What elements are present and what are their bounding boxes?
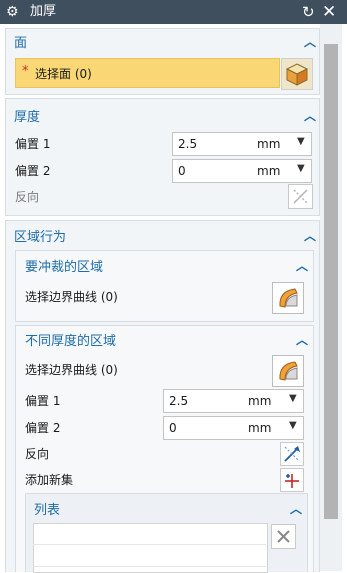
chevron-up-icon[interactable]: ︿ <box>304 107 316 124</box>
dialog-title: 加厚 <box>30 4 57 19</box>
delete-icon <box>277 530 290 543</box>
chevron-up-icon[interactable]: ︿ <box>296 331 308 348</box>
list-row-divider <box>33 566 266 567</box>
dropdown-arrow-icon[interactable]: ▼ <box>297 163 305 174</box>
offset2-value[interactable]: 0 <box>178 164 186 178</box>
diff-offset1-input[interactable]: 2.5 mm ▼ <box>163 389 304 413</box>
diff-curve-button[interactable] <box>272 355 304 387</box>
diff-offset2-input[interactable]: 0 mm ▼ <box>163 416 304 440</box>
region-section-title[interactable]: 区域行为 <box>14 226 66 245</box>
reverse-direction-icon <box>293 189 308 204</box>
thickness-section <box>5 98 320 216</box>
diff-offset1-value[interactable]: 2.5 <box>169 394 188 408</box>
offset1-unit[interactable]: mm <box>257 137 280 151</box>
add-set-icon <box>285 474 299 488</box>
reverse-direction-icon <box>284 446 300 462</box>
add-set-label: 添加新集 <box>25 473 74 487</box>
reverse-label: 反向 <box>15 190 40 204</box>
close-icon[interactable]: ✕ <box>322 2 336 22</box>
dropdown-arrow-icon[interactable]: ▼ <box>289 393 297 404</box>
select-face-field[interactable]: * 选择面 (0) <box>15 58 280 88</box>
trim-curve-button[interactable] <box>272 282 304 314</box>
thickness-section-title[interactable]: 厚度 <box>14 106 40 125</box>
offset1-value[interactable]: 2.5 <box>178 137 197 151</box>
list-row-divider <box>33 544 266 545</box>
offset2-label: 偏置 2 <box>15 164 51 178</box>
face-section-title[interactable]: 面 <box>14 32 27 51</box>
diff-select-label: 选择边界曲线 (0) <box>25 363 118 377</box>
cube-icon <box>285 63 309 86</box>
diff-offset2-unit[interactable]: mm <box>248 421 271 435</box>
offset2-unit[interactable]: mm <box>257 164 280 178</box>
trim-subsection-title[interactable]: 要冲裁的区域 <box>25 256 103 275</box>
diff-thickness-title[interactable]: 不同厚度的区域 <box>25 330 116 349</box>
diff-offset2-label: 偏置 2 <box>25 421 61 435</box>
required-mark: * <box>22 64 29 79</box>
chevron-up-icon[interactable]: ︿ <box>296 257 308 274</box>
trim-select-label: 选择边界曲线 (0) <box>25 290 118 304</box>
reset-icon[interactable]: ↻ <box>302 3 315 21</box>
face-filter-button[interactable] <box>281 58 313 90</box>
select-face-label: 选择面 (0) <box>35 67 92 81</box>
chevron-up-icon[interactable]: ︿ <box>290 500 302 517</box>
gear-icon[interactable]: ⚙ <box>6 3 19 21</box>
diff-reverse-button[interactable] <box>280 442 304 466</box>
add-set-button[interactable] <box>280 468 304 492</box>
boundary-curve-icon <box>279 288 298 308</box>
diff-offset1-unit[interactable]: mm <box>248 394 271 408</box>
chevron-up-icon[interactable]: ︿ <box>304 227 316 244</box>
diff-offset1-label: 偏置 1 <box>25 394 61 408</box>
dropdown-arrow-icon[interactable]: ▼ <box>289 420 297 431</box>
title-bar: ⚙ 加厚 ↻ ✕ <box>0 0 347 24</box>
diff-offset2-value[interactable]: 0 <box>169 421 177 435</box>
delete-button[interactable] <box>271 524 296 549</box>
diff-reverse-label: 反向 <box>25 447 50 461</box>
reverse-button[interactable] <box>288 184 313 209</box>
scrollbar-thumb[interactable] <box>324 44 338 519</box>
offset1-label: 偏置 1 <box>15 137 51 151</box>
dropdown-arrow-icon[interactable]: ▼ <box>297 136 305 147</box>
boundary-curve-icon <box>279 361 298 381</box>
offset2-input[interactable]: 0 mm ▼ <box>172 159 312 183</box>
chevron-up-icon[interactable]: ︿ <box>304 33 316 50</box>
list-title[interactable]: 列表 <box>34 499 60 518</box>
offset1-input[interactable]: 2.5 mm ▼ <box>172 132 312 156</box>
